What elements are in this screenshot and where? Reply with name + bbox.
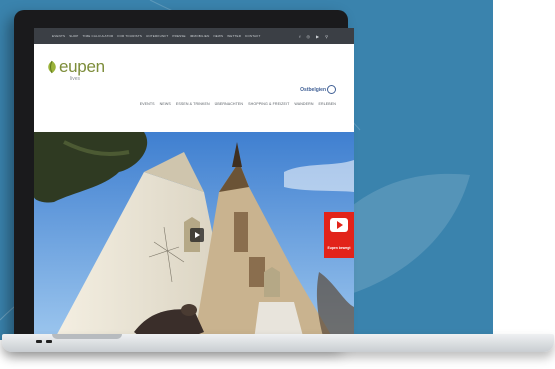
laptop-lid: EVENTS SHOP TIME CALCULATOR FOR TOURISTS…	[14, 10, 354, 346]
top-link[interactable]: SHOP	[69, 34, 78, 38]
search-icon[interactable]: ⚲	[325, 34, 328, 39]
youtube-side-tab[interactable]: Eupen bewegt	[324, 212, 354, 258]
ostbelgien-label: Ostbelgien	[300, 86, 326, 93]
usb-c-port	[46, 340, 52, 343]
nav-item-shopping[interactable]: SHOPPING & FREIZEIT	[248, 102, 289, 106]
browser-screen: EVENTS SHOP TIME CALCULATOR FOR TOURISTS…	[34, 28, 354, 340]
logo-text: eupen	[59, 57, 105, 76]
youtube-tab-label: Eupen bewegt	[327, 246, 351, 250]
nav-item-erleben[interactable]: ERLEBEN	[319, 102, 336, 106]
youtube-icon[interactable]: ▶	[316, 34, 319, 39]
site-header: eupen lives Ostbelgien EVENTS NEWS ESSEN…	[34, 44, 354, 134]
top-link[interactable]: PRESSE	[172, 34, 185, 38]
nav-item-events[interactable]: EVENTS	[140, 102, 155, 106]
nav-item-wandern[interactable]: WANDERN	[294, 102, 313, 106]
base-notch	[52, 334, 122, 339]
top-link[interactable]: TIME CALCULATOR	[83, 34, 114, 38]
top-link[interactable]: UNTERKUNFT	[146, 34, 168, 38]
top-link[interactable]: EVENTS	[52, 34, 65, 38]
top-link[interactable]: WETTER	[227, 34, 241, 38]
youtube-logo-icon	[330, 218, 348, 232]
main-nav: EVENTS NEWS ESSEN & TRINKEN ÜBERNACHTEN …	[140, 102, 336, 106]
nav-item-news[interactable]: NEWS	[160, 102, 171, 106]
top-links: EVENTS SHOP TIME CALCULATOR FOR TOURISTS…	[34, 34, 260, 38]
hero-image: Eupen bewegt	[34, 132, 354, 340]
nav-item-essen[interactable]: ESSEN & TRINKEN	[176, 102, 210, 106]
play-video-button[interactable]	[190, 228, 204, 242]
top-link[interactable]: FOR TOURISTS	[117, 34, 142, 38]
top-link[interactable]: IMMOBILIEN	[190, 34, 210, 38]
logo-subtitle: lives	[70, 76, 81, 82]
leaf-icon	[48, 60, 56, 74]
usb-c-port	[36, 340, 42, 343]
ostbelgien-mark-icon	[327, 85, 336, 94]
top-link[interactable]: NEWS	[213, 34, 223, 38]
top-link[interactable]: KONTAKT	[245, 34, 260, 38]
instagram-icon[interactable]: ◎	[306, 34, 310, 39]
nav-item-uebernachten[interactable]: ÜBERNACHTEN	[215, 102, 243, 106]
laptop-base	[2, 334, 554, 352]
social-icons: f ◎ ▶ ⚲	[299, 34, 328, 39]
facebook-icon[interactable]: f	[299, 34, 300, 39]
eupen-logo[interactable]: eupen	[46, 57, 105, 76]
top-utility-bar: EVENTS SHOP TIME CALCULATOR FOR TOURISTS…	[34, 28, 354, 44]
ostbelgien-logo[interactable]: Ostbelgien	[300, 85, 336, 94]
